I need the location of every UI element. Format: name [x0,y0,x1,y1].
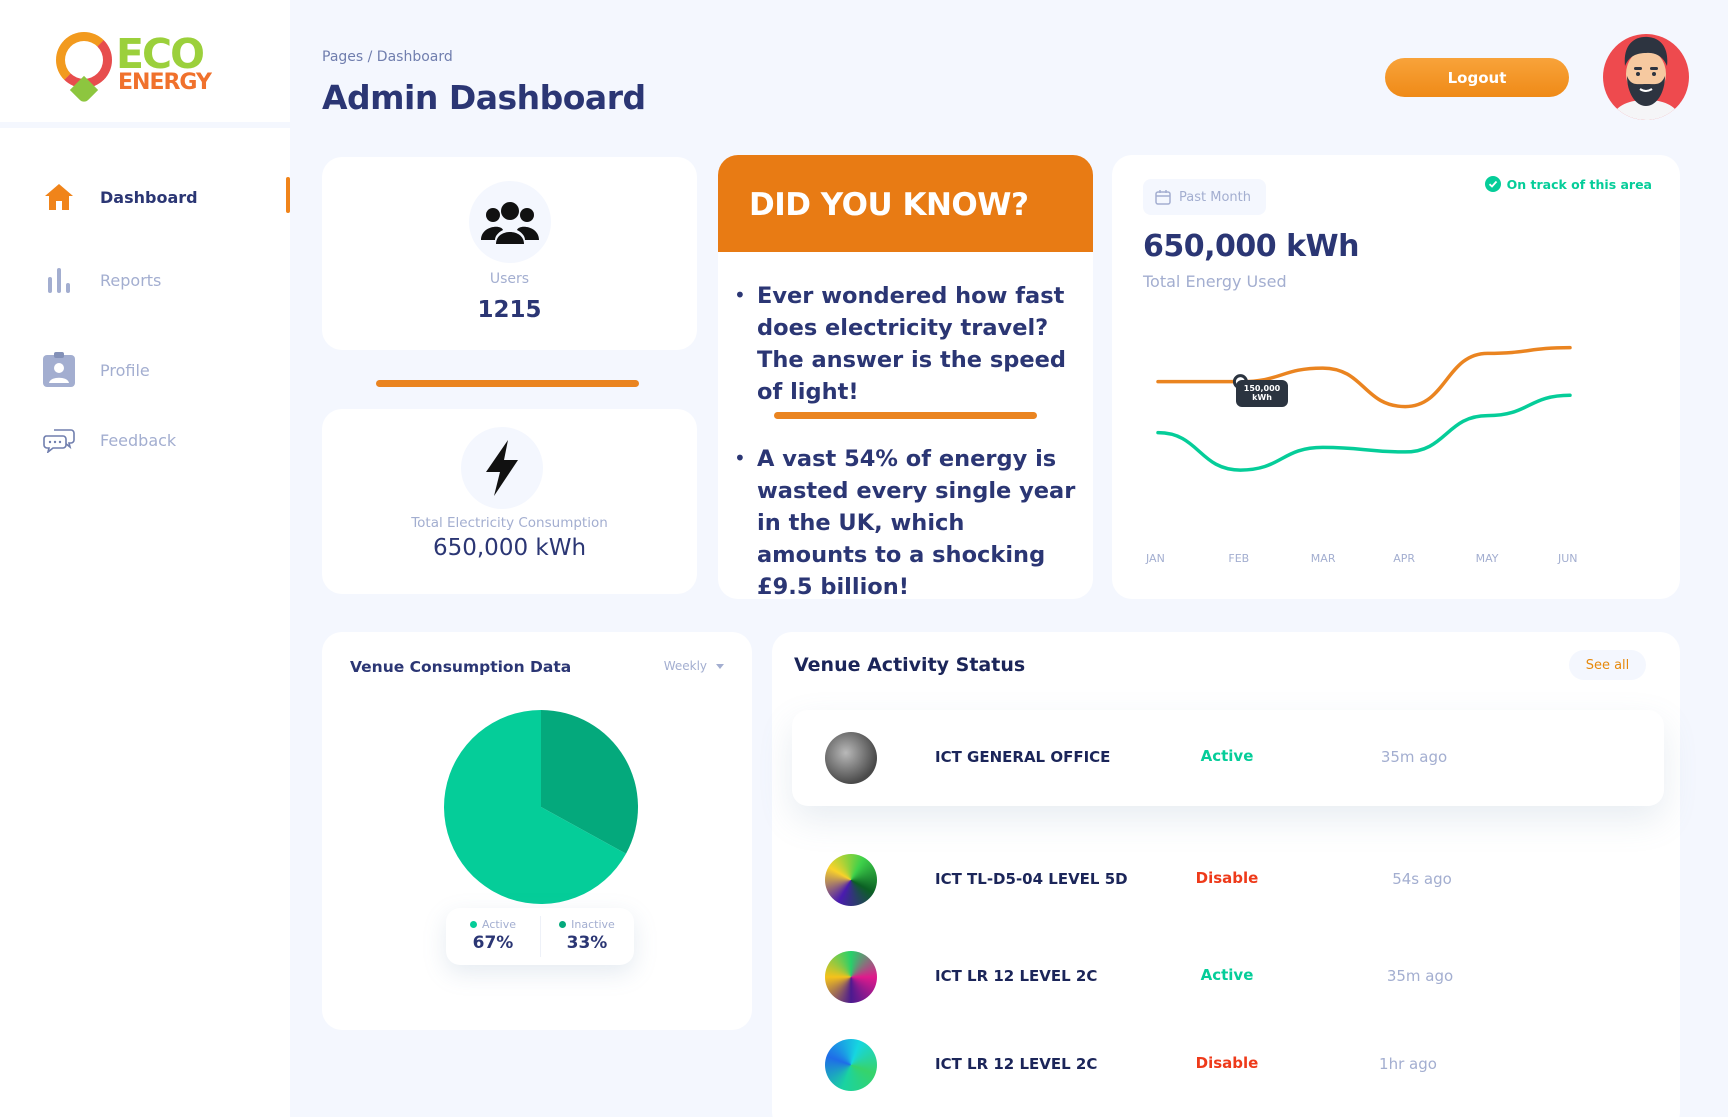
legend-value: 67% [472,933,514,953]
home-icon [40,178,78,216]
x-tick-label: FEB [1228,552,1250,565]
sidebar-item-label: Feedback [100,430,177,450]
active-nav-indicator [286,177,290,213]
brand-line-2: ENERGY [118,70,212,95]
x-tick-label: APR [1393,552,1415,565]
legend-active: Active 67% [446,918,540,953]
venue-time: 1hr ago [1379,1055,1437,1073]
sidebar: ECO ENERGY Dashboard Reports Profile Fee… [0,0,290,1117]
range-value: Weekly [663,659,707,673]
energy-line-chart [1156,345,1572,472]
sidebar-item-dashboard[interactable]: Dashboard [40,172,290,222]
venue-thumbnail [825,732,877,784]
venue-name: ICT LR 12 LEVEL 2C [935,967,1098,985]
chart-tooltip: 150,000 kWh [1236,380,1288,407]
venue-name: ICT GENERAL OFFICE [935,748,1111,766]
venue-time: 35m ago [1380,748,1448,766]
range-dropdown[interactable]: Weekly [664,659,724,673]
logout-button[interactable]: Logout [1385,58,1569,97]
legend-value: 33% [566,933,608,953]
bar-chart-icon [40,261,78,299]
venue-status: Active [1200,966,1254,984]
series-line-2 [1156,393,1572,472]
did-you-know-header: DID YOU KNOW? [718,155,1093,252]
avatar[interactable] [1603,34,1689,120]
sidebar-item-profile[interactable]: Profile [40,345,290,395]
table-row[interactable]: ICT TL-D5-04 LEVEL 5D Disable 54s ago [792,832,1664,928]
consumption-card: Total Electricity Consumption 650,000 kW… [322,409,697,594]
tooltip-value: 150,000 [1243,384,1281,393]
x-tick-label: JUN [1558,552,1578,565]
consumption-label: Total Electricity Consumption [411,515,608,531]
sidebar-item-reports[interactable]: Reports [40,255,290,305]
bullet-icon: • [734,446,746,470]
consumption-value: 650,000 kWh [432,535,587,561]
fact-1: Ever wondered how fast does electricity … [757,283,1066,405]
users-card: Users 1215 [322,157,697,350]
legend-label: Inactive [571,918,615,931]
sidebar-item-label: Dashboard [100,187,198,207]
legend-label: Active [481,918,517,931]
divider-bar [376,380,639,387]
venue-consumption-card: Venue Consumption Data Weekly Active 67%… [322,632,752,1030]
tooltip-unit: kWh [1252,393,1272,402]
x-tick-label: MAR [1310,552,1336,565]
series-line-1 [1156,345,1572,409]
fact-divider [774,412,1037,419]
venue-status: Disable [1195,1054,1259,1072]
brand-logo[interactable]: ECO ENERGY [0,0,290,128]
sidebar-item-label: Profile [100,360,150,380]
legend-inactive: Inactive 33% [540,918,634,953]
bullet-icon: • [734,283,746,307]
id-badge-icon [40,351,78,389]
chat-bubbles-icon [40,421,78,459]
legend-dot [559,921,567,928]
pie-legend: Active 67% Inactive 33% [446,908,634,965]
energy-chart-card: Past Month On track of this area 650,000… [1112,155,1680,599]
venue-status: Disable [1195,869,1259,887]
venue-name: ICT LR 12 LEVEL 2C [935,1055,1098,1073]
see-all-button[interactable]: See all [1569,650,1646,680]
legend-dot [469,921,477,928]
users-icon [469,181,551,263]
venue-thumbnail [825,951,877,1003]
sidebar-item-feedback[interactable]: Feedback [40,415,290,465]
table-row[interactable]: ICT LR 12 LEVEL 2C Disable 1hr ago [792,1017,1664,1113]
venue-time: 35m ago [1386,967,1454,985]
venue-thumbnail [825,854,877,906]
venue-time: 54s ago [1392,870,1452,888]
brand-line-1: ECO [116,30,205,78]
page-title: Admin Dashboard [322,78,646,117]
fact-2: A vast 54% of energy is wasted every sin… [757,446,1076,600]
venue-activity-title: Venue Activity Status [794,654,1026,676]
users-label: Users [489,271,530,287]
users-value: 1215 [477,297,542,323]
breadcrumb[interactable]: Pages / Dashboard [322,49,453,65]
did-you-know-title: DID YOU KNOW? [749,187,1029,223]
lightning-icon [461,427,543,509]
did-you-know-card: DID YOU KNOW? • Ever wondered how fast d… [718,155,1093,600]
venue-name: ICT TL-D5-04 LEVEL 5D [935,870,1128,888]
table-row[interactable]: ICT LR 12 LEVEL 2C Active 35m ago [792,929,1664,1025]
sidebar-item-label: Reports [100,270,162,290]
x-tick-label: JAN [1146,552,1165,565]
chevron-down-icon [716,663,724,669]
x-tick-label: MAY [1475,552,1499,565]
table-row[interactable]: ICT GENERAL OFFICE Active 35m ago [792,710,1664,806]
venue-activity-card: Venue Activity Status See all ICT GENERA… [772,632,1680,1117]
venue-status: Active [1200,747,1254,765]
venue-thumbnail [825,1039,877,1091]
